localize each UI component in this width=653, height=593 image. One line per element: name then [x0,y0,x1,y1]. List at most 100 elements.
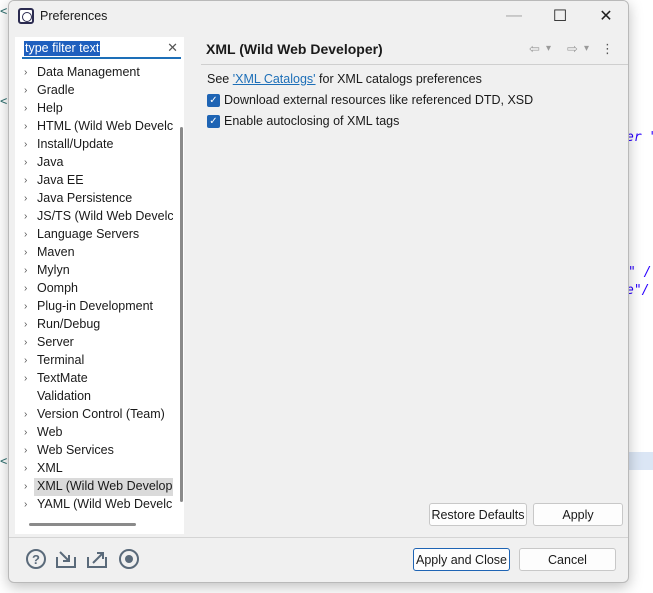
editor-fold-marker: < [0,4,8,18]
help-icon[interactable]: ? [26,549,46,569]
tree-item-textmate[interactable]: › TextMate [15,370,173,388]
tree-item-label: Web Services [37,443,114,457]
tree-item-label: Language Servers [37,227,140,241]
tree-item-validation[interactable]: Validation [15,388,173,406]
tree-horizontal-scrollbar[interactable] [29,523,136,526]
expand-arrow-icon[interactable]: › [24,283,27,294]
export-icon[interactable] [86,549,107,569]
back-menu-chevron-icon[interactable]: ▾ [546,43,551,54]
tree-item-install-update[interactable]: › Install/Update [15,136,173,154]
expand-arrow-icon[interactable]: › [24,355,27,366]
tree-item-java[interactable]: › Java [15,154,173,172]
tree-item-yaml[interactable]: › YAML (Wild Web Develc [15,496,173,514]
tree-item-label: Version Control (Team) [37,407,165,421]
see-prefix: See [207,72,233,86]
editor-code-fragment: " / [628,265,652,280]
tree-item-web-services[interactable]: › Web Services [15,442,173,460]
expand-arrow-icon[interactable]: › [24,157,27,168]
cancel-button[interactable]: Cancel [519,548,616,571]
download-external-resources-checkbox[interactable]: ✓ [207,94,220,107]
expand-arrow-icon[interactable]: › [24,211,27,222]
tree-item-label: Mylyn [37,263,70,277]
expand-arrow-icon[interactable]: › [24,499,27,510]
tree-item-gradle[interactable]: › Gradle [15,82,173,100]
expand-arrow-icon[interactable]: › [24,175,27,186]
expand-arrow-icon[interactable]: › [24,85,27,96]
editor-code-fragment: e"/ [626,283,650,298]
tree-item-server[interactable]: › Server [15,334,173,352]
tree-item-label: Server [37,335,74,349]
expand-arrow-icon[interactable]: › [24,103,27,114]
editor-fold-marker: < [0,94,8,108]
expand-arrow-icon[interactable]: › [24,301,27,312]
tree-item-java-persistence[interactable]: › Java Persistence [15,190,173,208]
back-arrow-icon[interactable]: ⇦ [529,41,540,57]
minimize-button[interactable]: — [491,1,537,31]
close-button[interactable]: ✕ [583,1,628,31]
expand-arrow-icon[interactable]: › [24,463,27,474]
expand-arrow-icon[interactable]: › [24,319,27,330]
tree-item-html[interactable]: › HTML (Wild Web Develc [15,118,173,136]
eclipse-app-icon [18,8,34,24]
tree-item-label: YAML (Wild Web Develc [37,497,173,511]
enable-autoclosing-label[interactable]: Enable autoclosing of XML tags [224,114,399,128]
tree-item-language-servers[interactable]: › Language Servers [15,226,173,244]
expand-arrow-icon[interactable]: › [24,481,27,492]
expand-arrow-icon[interactable]: › [24,229,27,240]
enable-autoclosing-checkbox[interactable]: ✓ [207,115,220,128]
expand-arrow-icon[interactable]: › [24,427,27,438]
expand-arrow-icon[interactable]: › [24,337,27,348]
tree-vertical-scrollbar[interactable] [180,127,183,502]
expand-arrow-icon[interactable]: › [24,121,27,132]
expand-arrow-icon[interactable]: › [24,67,27,78]
clear-filter-icon[interactable]: ✕ [167,40,178,56]
tree-item-js-ts[interactable]: › JS/TS (Wild Web Develc [15,208,173,226]
apply-button[interactable]: Apply [533,503,623,526]
tree-item-label: Gradle [37,83,75,97]
tree-item-label: Java [37,155,64,169]
apply-and-close-button[interactable]: Apply and Close [413,548,510,571]
forward-menu-chevron-icon[interactable]: ▾ [584,43,589,54]
tree-item-label: Terminal [37,353,85,367]
tree-item-web[interactable]: › Web [15,424,173,442]
expand-arrow-icon[interactable]: › [24,445,27,456]
tree-item-mylyn[interactable]: › Mylyn [15,262,173,280]
filter-input-text[interactable]: type filter text [24,41,101,56]
expand-arrow-icon[interactable]: › [24,139,27,150]
expand-arrow-icon[interactable]: › [24,265,27,276]
preferences-dialog: Preferences — ☐ ✕ type filter text ✕ › Da… [8,0,629,583]
tree-item-run-debug[interactable]: › Run/Debug [15,316,173,334]
import-icon[interactable] [55,549,76,569]
expand-arrow-icon[interactable]: › [24,247,27,258]
tree-item-help[interactable]: › Help [15,100,173,118]
expand-arrow-icon[interactable]: › [24,193,27,204]
record-icon[interactable] [119,549,139,569]
forward-arrow-icon[interactable]: ⇨ [567,41,578,57]
tree-item-label: Oomph [37,281,78,295]
filter-input[interactable]: type filter text ✕ [22,39,181,59]
tree-item-label: Plug-in Development [37,299,154,313]
tree-item-label: Help [37,101,63,115]
tree-item-plugin-development[interactable]: › Plug-in Development [15,298,173,316]
tree-item-data-management[interactable]: › Data Management [15,64,173,82]
tree-item-oomph[interactable]: › Oomph [15,280,173,298]
restore-defaults-button[interactable]: Restore Defaults [429,503,527,526]
tree-item-xml-wild-web-developer[interactable]: › XML (Wild Web Develop [24,478,173,496]
tree-item-label: Java EE [37,173,84,187]
tree-item-maven[interactable]: › Maven [15,244,173,262]
download-external-resources-label[interactable]: Download external resources like referen… [224,93,533,107]
expand-arrow-icon[interactable]: › [24,373,27,384]
view-menu-icon[interactable]: ⋮ [601,41,614,57]
tree-item-version-control[interactable]: › Version Control (Team) [15,406,173,424]
tree-item-label: Web [37,425,63,439]
maximize-button[interactable]: ☐ [537,1,583,31]
preference-page: XML (Wild Web Developer) ⇦ ▾ ⇨ ▾ ⋮ See '… [193,31,628,537]
tree-item-label: Java Persistence [37,191,133,205]
tree-item-terminal[interactable]: › Terminal [15,352,173,370]
preference-tree-panel: type filter text ✕ › Data Management › Gra… [15,37,184,534]
tree-item-java-ee[interactable]: › Java EE [15,172,173,190]
tree-item-xml[interactable]: › XML [15,460,173,478]
expand-arrow-icon[interactable]: › [24,409,27,420]
panel-splitter[interactable] [185,31,191,537]
xml-catalogs-link[interactable]: 'XML Catalogs' [233,72,316,86]
